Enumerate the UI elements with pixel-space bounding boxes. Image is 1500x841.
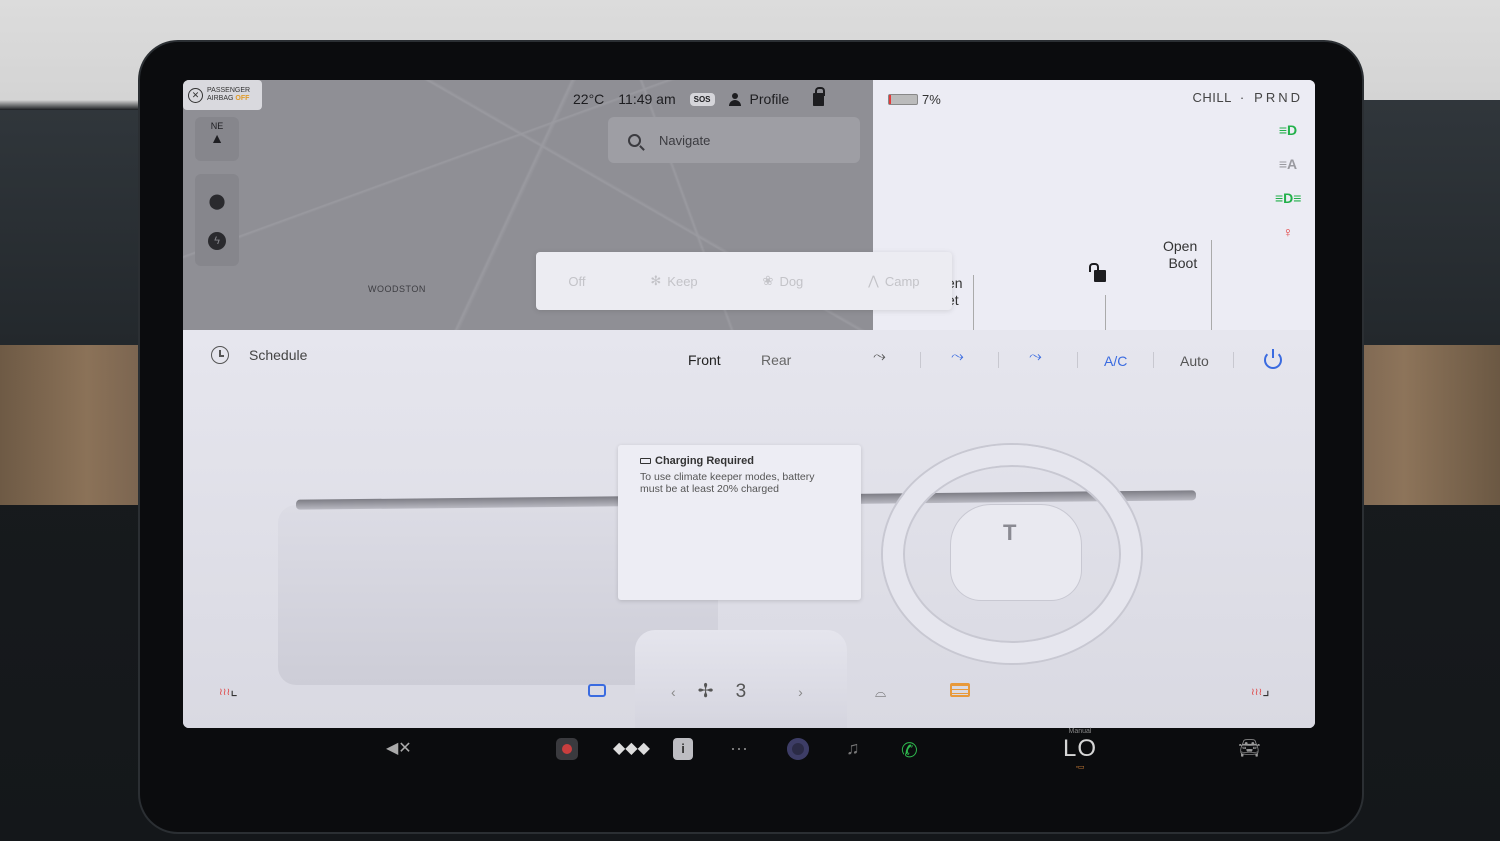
status-bar: 22°C 11:49 am SOS Profile [573, 86, 826, 110]
gear-indicator: PRND [1254, 90, 1303, 105]
temp-mode-label: Manual [1068, 728, 1092, 735]
recirculation-icon[interactable] [588, 684, 606, 697]
parking-lights-icon: ≡D≡ [1275, 190, 1302, 206]
profile-button[interactable]: Profile [728, 91, 790, 107]
airflow-face-icon[interactable]: ⤳ [873, 348, 886, 366]
clock-time: 11:49 am [618, 91, 676, 107]
tesla-logo-icon: T [1003, 520, 1017, 545]
climate-controls: Schedule Front Rear ⤳ ⤳ ⤳ A/C Auto T Cha… [183, 330, 1315, 728]
tent-icon: ⋀ [868, 273, 879, 288]
search-icon [628, 133, 641, 147]
fan-decrease-button[interactable]: ‹ [671, 684, 676, 700]
wood-trim-left [0, 345, 145, 505]
airbag-state: OFF [235, 95, 250, 102]
auto-climate-toggle[interactable]: Auto [1180, 353, 1209, 369]
seatbelt-warning-icon: ♀ [1282, 224, 1294, 240]
browser-app-icon[interactable] [787, 738, 809, 760]
lock-icon[interactable] [813, 86, 826, 106]
interior-center-console [635, 630, 847, 728]
fan-increase-button[interactable]: › [798, 684, 803, 700]
fan-speed-control: ‹ ✢ 3 › [671, 680, 803, 703]
telltale-indicators: ≡D ≡A ≡D≡ ♀ [1275, 122, 1301, 244]
airflow-feet-icon[interactable]: ⤳ [951, 348, 964, 366]
person-icon [728, 92, 742, 106]
ac-toggle[interactable]: A/C [1104, 353, 1127, 369]
battery-percent: 7% [922, 92, 941, 107]
car-controls-icon[interactable]: 🚘︎ [1238, 738, 1261, 759]
phone-app-icon[interactable]: ✆ [901, 738, 918, 763]
schedule-label: Schedule [249, 347, 308, 363]
search-placeholder: Navigate [659, 132, 711, 148]
warning-title: Charging Required [640, 455, 839, 467]
tidal-app-icon[interactable]: ◆◆◆ [613, 738, 650, 758]
keeper-option-camp[interactable]: ⋀ Camp [868, 273, 919, 289]
sos-button[interactable]: SOS [689, 92, 715, 106]
map-tools: ⬤ ϟ [195, 174, 239, 266]
keeper-option-keep[interactable]: ✻ Keep [650, 273, 697, 289]
boot-pointer-line [1211, 240, 1212, 330]
climate-keeper-selector: Off ✻ Keep ❀ Dog ⋀ Camp [536, 252, 952, 310]
navigate-search-input[interactable]: Navigate [608, 117, 860, 163]
divider [1077, 352, 1078, 368]
climate-power-icon[interactable] [1264, 349, 1282, 369]
bottom-dock: ◀✕ ◆◆◆ i ··· ♫ ✆ Manual LO ◦▭ 🚘︎ [183, 728, 1315, 778]
temp-status-icons: ◦▭ [1075, 764, 1085, 771]
warning-body: To use climate keeper modes, battery mus… [640, 471, 815, 495]
battery-outline-icon [640, 458, 651, 464]
tab-rear[interactable]: Rear [761, 352, 791, 368]
cabin-temp-value: LO [1063, 735, 1098, 762]
wood-trim-right [1340, 345, 1500, 505]
keeper-option-dog[interactable]: ❀ Dog [763, 273, 804, 289]
divider [1233, 352, 1234, 368]
airflow-windshield-icon[interactable]: ⤳ [1029, 348, 1042, 366]
charging-required-warning: Charging Required To use climate keeper … [618, 445, 861, 600]
map-location-label: WOODSTON [368, 284, 426, 294]
camera-app-icon[interactable] [556, 738, 578, 760]
location-pin-icon[interactable]: ⬤ [207, 191, 227, 211]
navigation-arrow-icon: ▲ [210, 130, 224, 146]
fan-icon: ✻ [650, 273, 662, 288]
rear-defrost-icon[interactable] [950, 683, 970, 697]
volume-mute-icon[interactable]: ◀✕ [386, 738, 412, 758]
dashboard-right [1340, 100, 1500, 345]
airbag-icon: ✕ [188, 87, 203, 103]
clock-icon [211, 346, 229, 364]
fan-icon: ✢ [697, 681, 714, 702]
outside-temperature: 22°C [573, 91, 605, 107]
manual-app-icon[interactable]: i [673, 738, 693, 760]
drive-status: CHILL · PRND [1192, 90, 1303, 105]
frunk-pointer-line [973, 275, 974, 330]
touchscreen: WOODSTON ✕ PASSENGER AIRBAG OFF NE ▲ ⬤ ϟ… [183, 80, 1315, 728]
more-apps-icon[interactable]: ··· [730, 738, 748, 759]
airbag-text: PASSENGER AIRBAG OFF [207, 87, 251, 102]
drive-mode: CHILL [1192, 90, 1232, 105]
paw-icon: ❀ [762, 273, 774, 288]
tab-front[interactable]: Front [688, 352, 721, 368]
divider [998, 352, 999, 368]
headlights-icon: ≡D [1278, 122, 1298, 138]
compass-button[interactable]: NE ▲ [195, 117, 239, 161]
keeper-option-off[interactable]: Off [568, 274, 585, 289]
charging-bolt-icon[interactable]: ϟ [208, 231, 226, 250]
passenger-seat-heater-icon[interactable]: ≀≀≀⌟ [1251, 680, 1270, 700]
schedule-button[interactable]: Schedule [211, 346, 307, 364]
divider [920, 352, 921, 368]
driver-seat-heater-icon[interactable]: ≀≀≀⌞ [219, 680, 238, 700]
auto-high-beam-icon: ≡A [1278, 156, 1298, 172]
car-unlock-icon[interactable] [1089, 263, 1106, 282]
music-app-icon[interactable]: ♫ [846, 738, 860, 759]
profile-label: Profile [749, 91, 790, 107]
battery-icon [888, 94, 918, 105]
passenger-airbag-indicator: ✕ PASSENGER AIRBAG OFF [183, 80, 262, 110]
cabin-temperature-control[interactable]: Manual LO ◦▭ [1063, 728, 1097, 771]
divider [1153, 352, 1154, 368]
open-boot-button[interactable]: Open Boot [1163, 238, 1197, 272]
battery-indicator: 7% [888, 92, 941, 107]
front-defrost-icon[interactable]: ⌓ [875, 684, 886, 701]
fan-speed-value: 3 [735, 680, 747, 702]
lock-pointer-line [1105, 295, 1106, 330]
dashboard-left [0, 110, 150, 345]
